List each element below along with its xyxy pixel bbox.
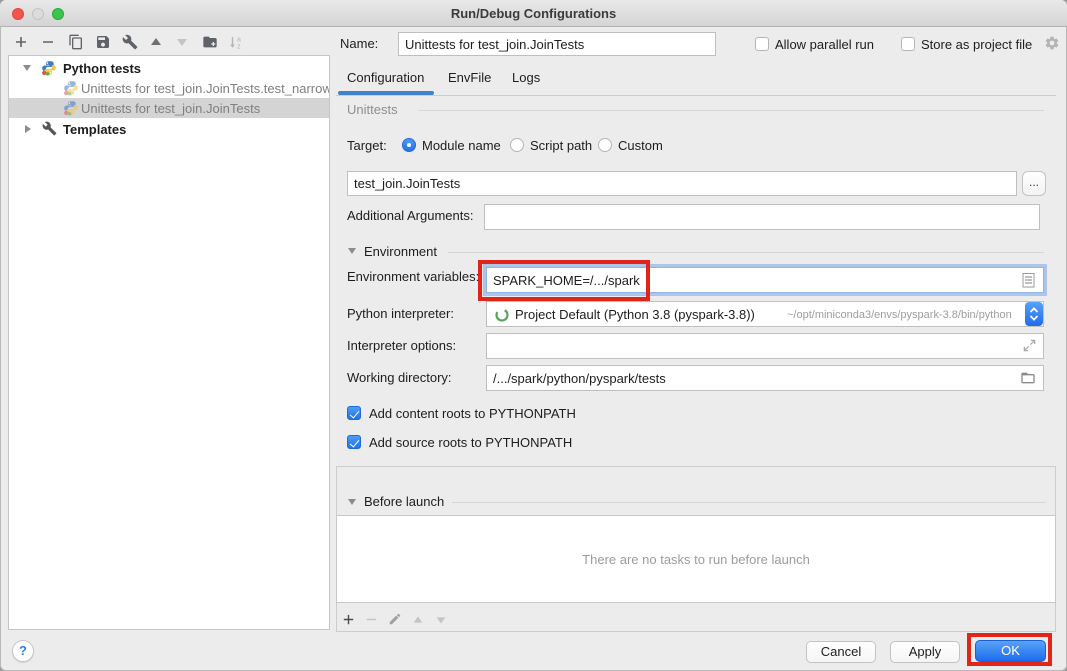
python-test-config-icon	[63, 80, 79, 96]
python-tests-icon	[41, 60, 57, 76]
allow-parallel-run-checkbox[interactable]	[755, 37, 769, 51]
radio-script-path[interactable]	[510, 138, 524, 152]
allow-parallel-run-label: Allow parallel run	[775, 37, 874, 53]
add-source-roots-label: Add source roots to PYTHONPATH	[369, 435, 572, 451]
configuration-panel: Unittests Target: Module name Script pat…	[336, 96, 1056, 467]
before-launch-empty-message: There are no tasks to run before launch	[582, 552, 810, 567]
name-input[interactable]	[398, 32, 716, 56]
interpreter-options-label: Interpreter options:	[347, 338, 456, 354]
before-launch-collapse-icon[interactable]	[348, 499, 356, 505]
collapse-arrow-icon[interactable]	[23, 65, 31, 71]
store-as-project-file-checkbox[interactable]	[901, 37, 915, 51]
edit-templates-icon[interactable]	[122, 34, 138, 50]
python-test-config-icon	[63, 100, 79, 116]
section-divider	[452, 502, 1046, 503]
expand-field-icon[interactable]	[1022, 338, 1037, 353]
combo-stepper-icon[interactable]	[1025, 302, 1043, 326]
unittests-group-label: Unittests	[347, 102, 398, 118]
target-label: Target:	[347, 138, 387, 154]
tree-item-unittests-test-narrow[interactable]: Unittests for test_join.JoinTests.test_n…	[9, 78, 329, 98]
svg-text:z: z	[237, 44, 241, 51]
tab-logs[interactable]: Logs	[512, 70, 540, 86]
python-interpreter-select[interactable]: Project Default (Python 3.8 (pyspark-3.8…	[486, 301, 1044, 327]
interpreter-options-input[interactable]	[486, 333, 1044, 359]
before-launch-add-icon[interactable]	[341, 612, 356, 627]
name-label: Name:	[340, 36, 378, 52]
add-content-roots-checkbox[interactable]	[347, 406, 361, 420]
additional-arguments-input[interactable]	[484, 204, 1040, 230]
radio-custom[interactable]	[598, 138, 612, 152]
expand-arrow-icon[interactable]	[25, 125, 31, 133]
sort-configurations-icon[interactable]: az	[228, 34, 244, 50]
before-launch-move-down-icon[interactable]	[434, 613, 448, 627]
store-as-project-file-label: Store as project file	[921, 37, 1032, 53]
folder-icon[interactable]	[1020, 370, 1036, 386]
tab-configuration[interactable]: Configuration	[347, 70, 424, 86]
python-interpreter-path: ~/opt/miniconda3/envs/pyspark-3.8/bin/py…	[787, 309, 1012, 321]
radio-custom-label: Custom	[618, 138, 663, 154]
radio-module-name-label: Module name	[422, 138, 501, 154]
radio-script-path-label: Script path	[530, 138, 592, 154]
additional-arguments-label: Additional Arguments:	[347, 208, 473, 224]
before-launch-move-up-icon[interactable]	[411, 613, 425, 627]
environment-variables-input[interactable]	[486, 267, 1044, 293]
env-variables-list-icon[interactable]	[1022, 273, 1035, 288]
configurations-tree: Python tests Unittests for test_join.Joi…	[8, 55, 330, 630]
tree-item-label: Templates	[63, 122, 126, 137]
titlebar: Run/Debug Configurations	[0, 0, 1067, 27]
add-content-roots-label: Add content roots to PYTHONPATH	[369, 406, 576, 422]
tree-item-python-tests[interactable]: Python tests	[9, 58, 329, 78]
add-configuration-icon[interactable]	[13, 34, 29, 50]
environment-variables-label: Environment variables:	[347, 269, 479, 285]
tree-item-unittests-jointests-selected[interactable]: Unittests for test_join.JoinTests	[9, 98, 329, 118]
tree-item-label: Unittests for test_join.JoinTests.test_n…	[81, 81, 330, 96]
environment-section-label: Environment	[364, 244, 437, 260]
apply-button[interactable]: Apply	[890, 641, 960, 663]
target-input[interactable]	[347, 171, 1017, 196]
ok-button[interactable]: OK	[975, 640, 1046, 662]
working-directory-label: Working directory:	[347, 370, 452, 386]
browse-button[interactable]: ...	[1022, 171, 1046, 196]
gear-icon[interactable]	[1044, 35, 1060, 51]
run-debug-configurations-dialog: Run/Debug Configurations az Python tests…	[0, 0, 1067, 671]
new-folder-icon[interactable]	[202, 34, 218, 50]
copy-configuration-icon[interactable]	[68, 34, 84, 50]
remove-configuration-icon[interactable]	[40, 34, 56, 50]
add-source-roots-checkbox[interactable]	[347, 435, 361, 449]
group-divider	[419, 110, 1044, 111]
environment-collapse-icon[interactable]	[348, 248, 356, 254]
before-launch-label: Before launch	[364, 494, 444, 510]
python-interpreter-label: Python interpreter:	[347, 306, 454, 322]
tree-item-label: Python tests	[63, 61, 141, 76]
help-button[interactable]: ?	[12, 640, 34, 662]
templates-wrench-icon	[42, 121, 57, 136]
move-up-icon[interactable]	[148, 34, 164, 50]
tree-item-templates[interactable]: Templates	[9, 119, 329, 139]
working-directory-input[interactable]	[486, 365, 1044, 391]
window-title: Run/Debug Configurations	[0, 6, 1067, 21]
move-down-icon[interactable]	[174, 34, 190, 50]
cancel-button[interactable]: Cancel	[806, 641, 876, 663]
before-launch-edit-icon[interactable]	[388, 612, 402, 626]
svg-text:a: a	[237, 37, 241, 44]
tree-item-label: Unittests for test_join.JoinTests	[81, 101, 260, 116]
python-interpreter-value: Project Default (Python 3.8 (pyspark-3.8…	[515, 307, 755, 322]
section-divider	[448, 252, 1044, 253]
before-launch-task-list[interactable]: There are no tasks to run before launch	[336, 515, 1056, 603]
save-configuration-icon[interactable]	[95, 34, 111, 50]
radio-module-name[interactable]	[402, 138, 416, 152]
conda-env-icon	[494, 307, 510, 323]
before-launch-remove-icon[interactable]	[364, 612, 379, 627]
tab-envfile[interactable]: EnvFile	[448, 70, 491, 86]
